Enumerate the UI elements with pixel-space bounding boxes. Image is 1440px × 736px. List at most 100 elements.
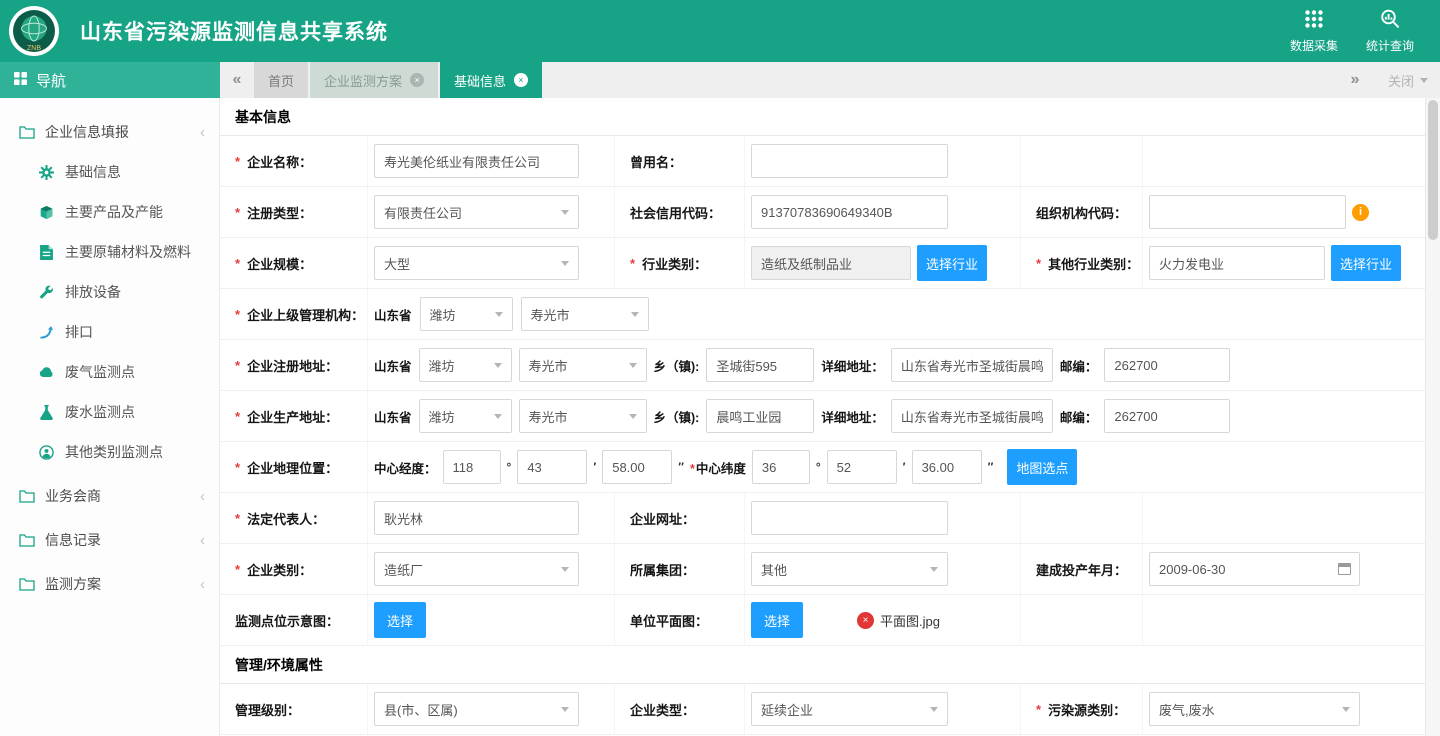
form-row: *企业地理位置： 中心经度： ° ′ ″ *中心纬度 ° ′ ″ 地图选点 — [220, 442, 1425, 493]
sidebar-item-gas-monitor-points[interactable]: 废气监测点 — [0, 352, 219, 392]
site-sketch-select-button[interactable]: 选择 — [374, 602, 426, 638]
cube-icon — [38, 205, 55, 220]
lat-min-input[interactable] — [827, 450, 897, 484]
prod-zip-input[interactable] — [1104, 399, 1230, 433]
folder-icon — [18, 577, 35, 591]
sidebar-item-basic-info[interactable]: 基础信息 — [0, 152, 219, 192]
industry-input[interactable] — [751, 246, 911, 280]
other-industry-input[interactable] — [1149, 246, 1325, 280]
tabs-scroll-right-icon[interactable]: » — [1338, 71, 1372, 89]
sidebar-group-label: 信息记录 — [45, 530, 101, 550]
parent-city-select[interactable]: 潍坊 — [420, 297, 513, 331]
form-row: *企业类别： 造纸厂 所属集团： 其他 建成投产年月： — [220, 544, 1425, 595]
select-value: 潍坊 — [430, 305, 456, 324]
prod-county-select[interactable]: 寿光市 — [519, 399, 647, 433]
sidebar-group-business-consult[interactable]: 业务会商 ‹ — [0, 476, 219, 516]
tab-enterprise-monitor-plan[interactable]: 企业监测方案 × — [310, 62, 438, 98]
close-tab-icon[interactable]: × — [514, 73, 528, 87]
legal-person-input[interactable] — [374, 501, 579, 535]
website-input[interactable] — [751, 501, 948, 535]
lng-sec-input[interactable] — [602, 450, 672, 484]
lat-sec-input[interactable] — [912, 450, 982, 484]
delete-file-icon[interactable]: × — [857, 612, 874, 629]
chevron-down-icon — [494, 414, 502, 419]
scale-select[interactable]: 大型 — [374, 246, 579, 280]
org-code-input[interactable] — [1149, 195, 1346, 229]
sidebar-item-outlet[interactable]: 排口 — [0, 312, 219, 352]
sidebar-item-label: 排口 — [65, 322, 93, 342]
lng-label: 中心经度： — [374, 458, 437, 477]
tab-close-menu[interactable]: 关闭 — [1388, 71, 1428, 90]
plan-map-select-button[interactable]: 选择 — [751, 602, 803, 638]
prod-detail-input[interactable] — [891, 399, 1053, 433]
close-tab-icon[interactable]: × — [410, 73, 424, 87]
tab-home[interactable]: 首页 — [254, 62, 308, 98]
prod-addr-label: *企业生产地址： — [220, 391, 368, 441]
sidebar-item-raw-materials-fuel[interactable]: 主要原辅材料及燃料 — [0, 232, 219, 272]
category-select[interactable]: 造纸厂 — [374, 552, 579, 586]
org-code-label: 组织机构代码： — [1021, 187, 1143, 237]
cloud-icon — [38, 366, 55, 378]
vertical-scrollbar[interactable] — [1425, 98, 1440, 736]
sidebar-group-enterprise-info[interactable]: 企业信息填报 ‹ — [0, 112, 219, 152]
sidebar-item-other-monitor-points[interactable]: 其他类别监测点 — [0, 432, 219, 472]
sidebar-item-products-capacity[interactable]: 主要产品及产能 — [0, 192, 219, 232]
reg-zip-input[interactable] — [1104, 348, 1230, 382]
register-type-select[interactable]: 有限责任公司 — [374, 195, 579, 229]
sidebar-item-emission-equipment[interactable]: 排放设备 — [0, 272, 219, 312]
sidebar-header: 导航 — [0, 62, 220, 98]
sidebar-item-water-monitor-points[interactable]: 废水监测点 — [0, 392, 219, 432]
industry-select-button[interactable]: 选择行业 — [917, 245, 987, 281]
reg-detail-input[interactable] — [891, 348, 1053, 382]
sidebar-group-info-records[interactable]: 信息记录 ‹ — [0, 520, 219, 560]
data-collect-button[interactable]: 数据采集 — [1290, 8, 1338, 54]
prod-city-select[interactable]: 潍坊 — [419, 399, 512, 433]
zip-label: 邮编： — [1060, 407, 1098, 426]
parent-org-label: *企业上级管理机构： — [220, 289, 368, 339]
sidebar-group-monitor-plan[interactable]: 监测方案 ‹ — [0, 564, 219, 604]
stats-query-button[interactable]: 统计查询 — [1366, 8, 1414, 54]
tab-basic-info[interactable]: 基础信息 × — [440, 62, 542, 98]
former-name-input[interactable] — [751, 144, 948, 178]
lng-deg-input[interactable] — [443, 450, 501, 484]
enterprise-type-select[interactable]: 延续企业 — [751, 692, 948, 726]
reg-county-select[interactable]: 寿光市 — [519, 348, 647, 382]
reg-town-input[interactable] — [706, 348, 814, 382]
close-menu-label: 关闭 — [1388, 71, 1414, 90]
prod-town-input[interactable] — [706, 399, 814, 433]
mgmt-level-select[interactable]: 县(市、区属) — [374, 692, 579, 726]
company-name-input[interactable] — [374, 144, 579, 178]
geo-label: *企业地理位置： — [220, 442, 368, 492]
other-industry-select-button[interactable]: 选择行业 — [1331, 245, 1401, 281]
built-date-input[interactable] — [1149, 552, 1360, 586]
form-row: *企业上级管理机构： 山东省 潍坊 寿光市 — [220, 289, 1425, 340]
tab-bar: « 首页 企业监测方案 × 基础信息 × » 关闭 — [220, 62, 1440, 98]
stats-query-label: 统计查询 — [1366, 37, 1414, 54]
minute-unit: ′ — [903, 460, 906, 474]
register-type-label: *注册类型： — [220, 187, 368, 237]
lat-deg-input[interactable] — [752, 450, 810, 484]
sidebar-item-label: 废气监测点 — [65, 362, 135, 382]
map-pick-button[interactable]: 地图选点 — [1007, 449, 1077, 485]
second-unit: ″ — [988, 460, 994, 474]
calendar-icon[interactable] — [1338, 563, 1351, 575]
form-row: *法定代表人： 企业网址： — [220, 493, 1425, 544]
collapse-chevron-icon: ‹ — [200, 532, 205, 549]
credit-code-input[interactable] — [751, 195, 948, 229]
sidebar-item-label: 废水监测点 — [65, 402, 135, 422]
lng-min-input[interactable] — [517, 450, 587, 484]
reg-city-select[interactable]: 潍坊 — [419, 348, 512, 382]
former-name-label: 曾用名： — [615, 136, 745, 186]
data-collect-label: 数据采集 — [1290, 37, 1338, 54]
group-select[interactable]: 其他 — [751, 552, 948, 586]
parent-county-select[interactable]: 寿光市 — [521, 297, 649, 331]
other-industry-label: *其他行业类别： — [1021, 238, 1143, 288]
company-name-label: *企业名称： — [220, 136, 368, 186]
built-date-label: 建成投产年月： — [1021, 544, 1143, 594]
scrollbar-thumb[interactable] — [1428, 100, 1438, 240]
pollution-category-select[interactable]: 废气,废水 — [1149, 692, 1360, 726]
info-icon[interactable]: i — [1352, 204, 1369, 221]
tabs-scroll-left-icon[interactable]: « — [220, 71, 254, 89]
minute-unit: ′ — [593, 460, 596, 474]
folder-icon — [18, 125, 35, 139]
